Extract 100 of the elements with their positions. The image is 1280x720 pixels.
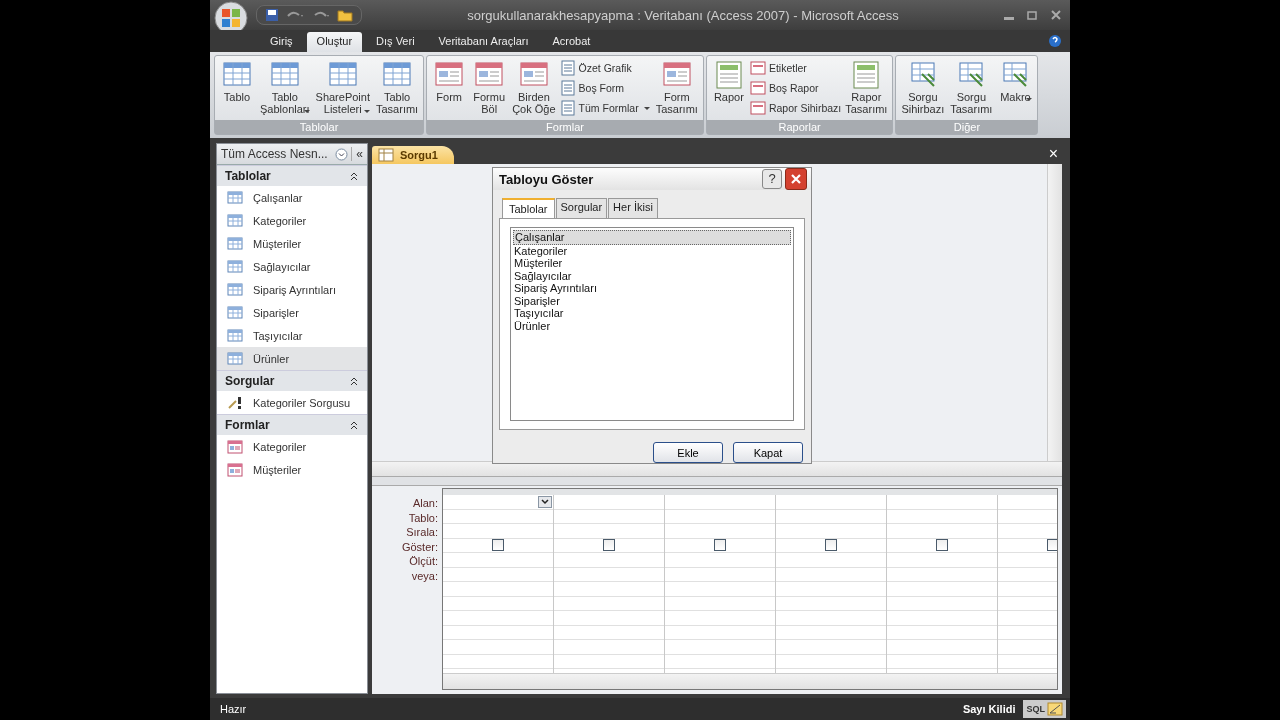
checkbox[interactable] — [714, 539, 726, 552]
nav-item[interactable]: Müşteriler — [217, 232, 367, 255]
dialog-title: Tabloyu Göster — [499, 171, 595, 187]
ribbon-button[interactable]: Birden Çok Öğe — [510, 58, 558, 116]
maximize-icon — [1026, 9, 1038, 21]
ribbon-button[interactable]: Sorgu Tasarımı — [948, 58, 995, 116]
ribbon-button[interactable]: Form Tasarımı — [653, 58, 700, 116]
list-item[interactable]: Taşıyıcılar — [513, 307, 791, 320]
ribbon-icon — [559, 80, 576, 96]
ribbon-icon — [559, 100, 576, 116]
list-item[interactable]: Sağlayıcılar — [513, 269, 791, 282]
ribbon-button[interactable]: Boş Rapor — [749, 80, 842, 96]
table-icon — [227, 304, 243, 321]
table-icon — [227, 212, 243, 229]
nav-group-header[interactable]: Tablolar — [217, 165, 367, 186]
design-view-icon — [1047, 702, 1063, 716]
nav-item[interactable]: Ürünler — [217, 347, 367, 370]
group-label: Formlar — [427, 120, 703, 134]
table-icon — [227, 327, 243, 344]
ribbon-button[interactable]: Tablo — [218, 58, 256, 104]
nav-item[interactable]: Sipariş Ayrıntıları — [217, 278, 367, 301]
group-label: Tablolar — [215, 120, 424, 134]
ribbon-button[interactable]: Makro — [996, 58, 1035, 104]
status-text: Hazır — [220, 703, 247, 715]
dialog-tab[interactable]: Sorgular — [555, 198, 608, 218]
list-item[interactable]: Siparişler — [513, 294, 791, 307]
ribbon-button[interactable]: Tablo Tasarımı — [374, 58, 421, 116]
nav-item[interactable]: Sağlayıcılar — [217, 255, 367, 278]
ribbon-icon — [749, 100, 766, 116]
collapse-button[interactable]: « — [351, 147, 363, 161]
ribbon-icon — [559, 60, 576, 76]
ribbon-tab[interactable]: Giriş — [260, 32, 303, 52]
nav-item[interactable]: Taşıyıcılar — [217, 324, 367, 347]
table-list[interactable]: Çalışanlar Kategoriler Müşteriler Sağlayıcılar Sipariş Ayrıntıları Siparişler Taşıyıcılar Ürünler — [510, 227, 794, 421]
ribbon-button[interactable]: Etiketler — [749, 60, 842, 76]
nav-item[interactable]: Çalışanlar — [217, 186, 367, 209]
ribbon-button[interactable]: Tablo Şablonları — [258, 58, 312, 116]
help-button[interactable]: ? — [762, 169, 782, 189]
nav-group-header[interactable]: Sorgular — [217, 370, 367, 391]
close-icon — [790, 173, 802, 185]
ribbon-button[interactable]: Formu Böl — [470, 58, 509, 116]
row-label: veya: — [410, 568, 439, 583]
nav-pane-title[interactable]: Tüm Access Nesn... — [221, 147, 333, 161]
dialog-tab[interactable]: Her İkisi — [608, 198, 658, 218]
vertical-scrollbar[interactable] — [1047, 164, 1062, 461]
ribbon-tab[interactable]: Dış Veri — [366, 32, 425, 52]
group-label: Raporlar — [706, 120, 893, 134]
checkbox[interactable] — [936, 539, 948, 552]
checkbox[interactable] — [492, 539, 504, 552]
close-button[interactable]: × — [1048, 144, 1062, 163]
close-button[interactable] — [785, 168, 807, 190]
nav-item[interactable]: Siparişler — [217, 301, 367, 324]
checkbox[interactable] — [603, 539, 615, 552]
ribbon-tab[interactable]: Veritabanı Araçları — [428, 32, 539, 52]
row-label: Göster: — [400, 539, 439, 554]
ribbon-button[interactable]: Form — [430, 58, 469, 104]
folder-icon — [337, 8, 353, 22]
row-label: Tablo: — [407, 510, 439, 525]
close-icon — [1050, 9, 1062, 21]
row-label: Ölçüt: — [408, 554, 439, 569]
list-item[interactable]: Müşteriler — [513, 257, 791, 270]
ribbon-button[interactable]: Boş Form — [559, 80, 652, 96]
group-label: Diğer — [896, 120, 1038, 134]
ribbon-icon — [713, 60, 744, 90]
checkbox[interactable] — [825, 539, 837, 552]
window-title: sorgukullanarakhesapyapma : Veritabanı (Access 2007) - Microsoft Access — [466, 7, 900, 23]
document-tab[interactable]: Sorgu1 — [372, 146, 454, 164]
splitter-handle[interactable] — [372, 476, 1062, 486]
table-icon — [227, 281, 243, 298]
checkbox[interactable] — [1047, 539, 1057, 552]
ribbon-button[interactable]: Sorgu Sihirbazı — [899, 58, 947, 116]
ribbon-button[interactable]: SharePoint Listeleri — [313, 58, 372, 116]
ribbon-icon — [851, 60, 882, 90]
list-item[interactable]: Sipariş Ayrıntıları — [513, 282, 791, 295]
form-icon — [227, 438, 243, 455]
form-icon — [227, 461, 243, 478]
nav-item[interactable]: Kategoriler — [217, 209, 367, 232]
dialog-button[interactable]: Ekle — [653, 442, 723, 463]
query-icon — [227, 394, 243, 411]
ribbon-icon — [749, 60, 766, 76]
ribbon-button[interactable]: Rapor Tasarımı — [843, 58, 890, 116]
ribbon-button[interactable]: Tüm Formlar — [559, 100, 652, 116]
dialog-button[interactable]: Kapat — [733, 442, 803, 463]
ribbon-tab[interactable]: Acrobat — [542, 32, 601, 52]
nav-item[interactable]: Kategoriler Sorgusu — [217, 391, 367, 414]
list-item[interactable]: Kategoriler — [513, 244, 791, 257]
dropdown-icon — [335, 147, 349, 161]
list-item[interactable]: Ürünler — [513, 319, 791, 332]
nav-item[interactable]: Kategoriler — [217, 435, 367, 458]
nav-item[interactable]: Müşteriler — [217, 458, 367, 481]
list-item[interactable]: Çalışanlar — [513, 230, 791, 245]
ribbon-button[interactable]: Özet Grafik — [559, 60, 652, 76]
ribbon-tab[interactable]: Oluştur — [306, 32, 363, 52]
help-icon — [1048, 34, 1062, 48]
ribbon-button[interactable]: Rapor Sihirbazı — [749, 100, 842, 116]
row-label: Alan: — [411, 496, 439, 511]
ribbon-button[interactable]: Rapor — [709, 58, 748, 104]
nav-group-header[interactable]: Formlar — [217, 414, 367, 435]
horizontal-scrollbar[interactable] — [443, 673, 1057, 689]
dialog-tab[interactable]: Tablolar — [502, 198, 555, 218]
